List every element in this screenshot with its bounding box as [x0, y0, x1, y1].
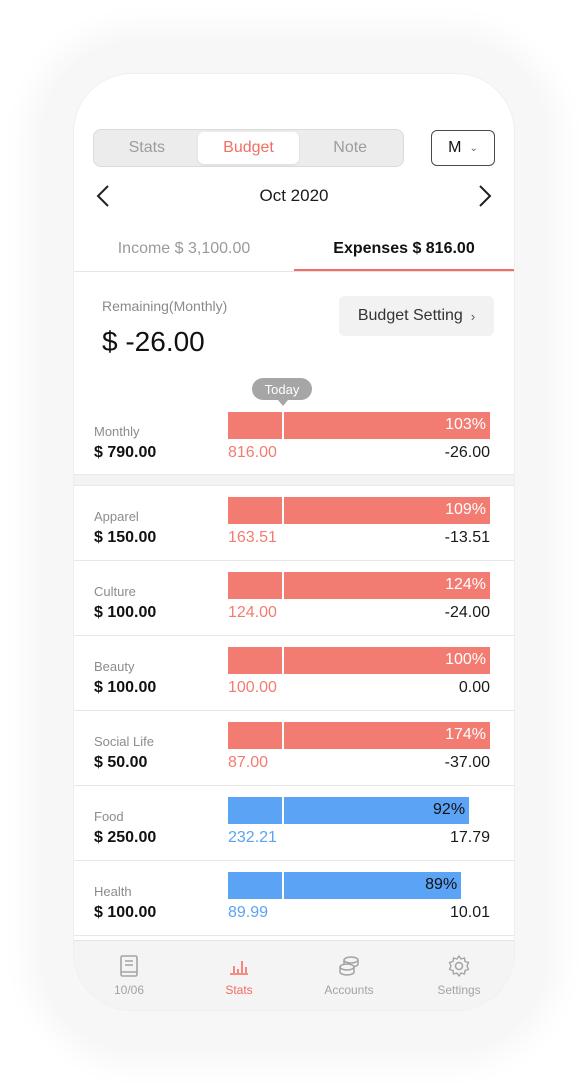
budget-row[interactable]: Social Life $ 50.00 174% 87.00 -37.00: [74, 711, 514, 786]
nav-item-accounts[interactable]: Accounts: [294, 941, 404, 1010]
progress-bar: 103%: [228, 412, 490, 439]
category-budget: $ 250.00: [94, 829, 157, 846]
row-divider: [74, 785, 514, 786]
income-expense-tabs: Income $ 3,100.00 Expenses $ 816.00: [74, 226, 514, 272]
gear-icon: [448, 955, 470, 977]
category-name: Beauty: [94, 659, 135, 674]
progress-bar: 100%: [228, 647, 490, 674]
view-segmented-control: Stats Budget Note: [93, 129, 404, 167]
category-budget: $ 100.00: [94, 904, 157, 921]
today-line: [282, 872, 284, 899]
category-name: Health: [94, 884, 132, 899]
category-budget: $ 50.00: [94, 754, 148, 771]
progress-bar: 174%: [228, 722, 490, 749]
category-name: Social Life: [94, 734, 154, 749]
segment-budget[interactable]: Budget: [197, 132, 300, 164]
tab-income[interactable]: Income $ 3,100.00: [74, 226, 294, 272]
bottom-nav: 10/06 Stats Accounts Settings: [74, 940, 514, 1010]
category-budget: $ 790.00: [94, 444, 157, 461]
category-budget: $ 100.00: [94, 679, 157, 696]
chevron-right-icon[interactable]: [472, 182, 496, 210]
nav-item-label: 10/06: [113, 983, 145, 997]
phone-screen: Stats Budget Note M ⌄ Oct 2020 Income $ …: [74, 74, 514, 1010]
remaining-amount: -13.51: [444, 529, 490, 546]
segment-note[interactable]: Note: [299, 132, 401, 164]
budget-setting-button[interactable]: Budget Setting ›: [339, 296, 494, 336]
row-divider: [74, 635, 514, 636]
category-budget: $ 100.00: [94, 604, 157, 621]
progress-bar: 109%: [228, 497, 490, 524]
tab-expenses[interactable]: Expenses $ 816.00: [294, 226, 514, 272]
category-name: Apparel: [94, 509, 139, 524]
today-line: [282, 797, 284, 824]
progress-percent: 89%: [425, 876, 458, 893]
period-value: M: [448, 139, 462, 156]
nav-item-daily[interactable]: 10/06: [74, 941, 184, 1010]
remaining-label: Remaining(Monthly): [102, 298, 228, 314]
today-line: [282, 647, 284, 674]
today-line: [282, 722, 284, 749]
today-line: [282, 572, 284, 599]
remaining-amount: -37.00: [444, 754, 490, 771]
row-divider: [74, 560, 514, 561]
budget-row[interactable]: Apparel $ 150.00 109% 163.51 -13.51: [74, 486, 514, 561]
budget-setting-label: Budget Setting: [357, 307, 463, 324]
spent-amount: 816.00: [228, 444, 277, 461]
remaining-amount: 10.01: [449, 904, 490, 921]
progress-bar: 124%: [228, 572, 490, 599]
nav-item-settings[interactable]: Settings: [404, 941, 514, 1010]
progress-percent: 103%: [445, 416, 486, 433]
budget-row[interactable]: Health $ 100.00 89% 89.99 10.01: [74, 861, 514, 936]
spent-amount: 163.51: [228, 529, 277, 546]
chevron-down-icon: ⌄: [469, 142, 478, 154]
period-select[interactable]: M ⌄: [431, 130, 495, 166]
nav-item-label: Stats: [225, 983, 253, 997]
progress-percent: 124%: [445, 576, 486, 593]
spent-amount: 87.00: [228, 754, 269, 771]
book-icon: [120, 955, 138, 977]
progress-percent: 92%: [433, 801, 466, 818]
today-line: [282, 412, 284, 439]
category-name: Culture: [94, 584, 136, 599]
spent-amount: 89.99: [228, 904, 269, 921]
remaining-amount: 17.79: [449, 829, 490, 846]
month-navigator: Oct 2020: [74, 180, 514, 214]
segment-stats[interactable]: Stats: [96, 132, 198, 164]
remaining-amount: -26.00: [444, 444, 490, 461]
progress-bar: 92%: [228, 797, 490, 824]
today-line: [282, 497, 284, 524]
progress-bar: 89%: [228, 872, 490, 899]
budget-row[interactable]: Culture $ 100.00 124% 124.00 -24.00: [74, 561, 514, 636]
budget-row[interactable]: Food $ 250.00 92% 232.21 17.79: [74, 786, 514, 861]
row-divider: [74, 710, 514, 711]
budget-row[interactable]: Beauty $ 100.00 100% 100.00 0.00: [74, 636, 514, 711]
coins-icon: [339, 956, 359, 976]
progress-percent: 100%: [445, 651, 486, 668]
spent-amount: 124.00: [228, 604, 277, 621]
category-name: Monthly: [94, 424, 140, 439]
section-separator: [74, 474, 514, 486]
remaining-value: $ -26.00: [102, 326, 205, 357]
bar-chart-icon: [230, 961, 248, 975]
budget-row[interactable]: Monthly $ 790.00 103% 816.00 -26.00: [74, 401, 514, 476]
progress-percent: 109%: [445, 501, 486, 518]
today-marker-bubble: Today: [252, 378, 312, 406]
nav-item-label: Accounts: [324, 983, 374, 997]
nav-item-stats[interactable]: Stats: [184, 941, 294, 1010]
category-name: Food: [94, 809, 124, 824]
chevron-right-icon: ›: [470, 308, 476, 324]
tabs-divider: [74, 271, 514, 272]
spent-amount: 232.21: [228, 829, 277, 846]
category-budget: $ 150.00: [94, 529, 157, 546]
progress-percent: 174%: [445, 726, 486, 743]
remaining-amount: -24.00: [444, 604, 490, 621]
row-divider: [74, 935, 514, 936]
spent-amount: 100.00: [228, 679, 277, 696]
remaining-amount: 0.00: [458, 679, 490, 696]
month-label: Oct 2020: [259, 186, 329, 205]
nav-item-label: Settings: [437, 983, 481, 997]
row-divider: [74, 860, 514, 861]
